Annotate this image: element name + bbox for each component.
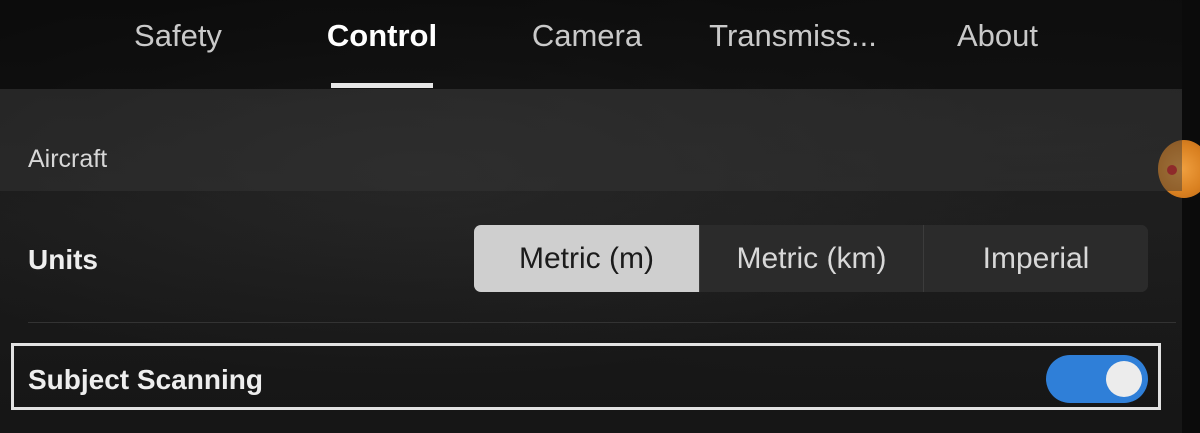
- units-label: Units: [28, 244, 98, 275]
- tab-control[interactable]: Control: [322, 16, 442, 56]
- tab-safety[interactable]: Safety: [118, 16, 238, 56]
- active-tab-indicator: [331, 83, 433, 88]
- tab-camera[interactable]: Camera: [522, 16, 652, 56]
- row-divider: [28, 322, 1176, 323]
- subject-scanning-toggle[interactable]: [1046, 355, 1148, 403]
- units-option-imperial[interactable]: Imperial: [923, 225, 1148, 292]
- section-title: Aircraft: [28, 145, 108, 173]
- tab-transmission[interactable]: Transmiss...: [708, 16, 878, 56]
- screen-edge: [1182, 0, 1200, 433]
- toggle-knob: [1106, 361, 1142, 397]
- units-option-metric-km[interactable]: Metric (km): [699, 225, 923, 292]
- section-header: [0, 89, 1182, 191]
- settings-tab-bar: Safety Control Camera Transmiss... About: [0, 0, 1182, 89]
- subject-scanning-label: Subject Scanning: [28, 364, 263, 395]
- tab-about[interactable]: About: [940, 16, 1055, 56]
- units-option-metric-m[interactable]: Metric (m): [474, 225, 699, 292]
- units-segmented-control: Metric (m) Metric (km) Imperial: [474, 225, 1148, 292]
